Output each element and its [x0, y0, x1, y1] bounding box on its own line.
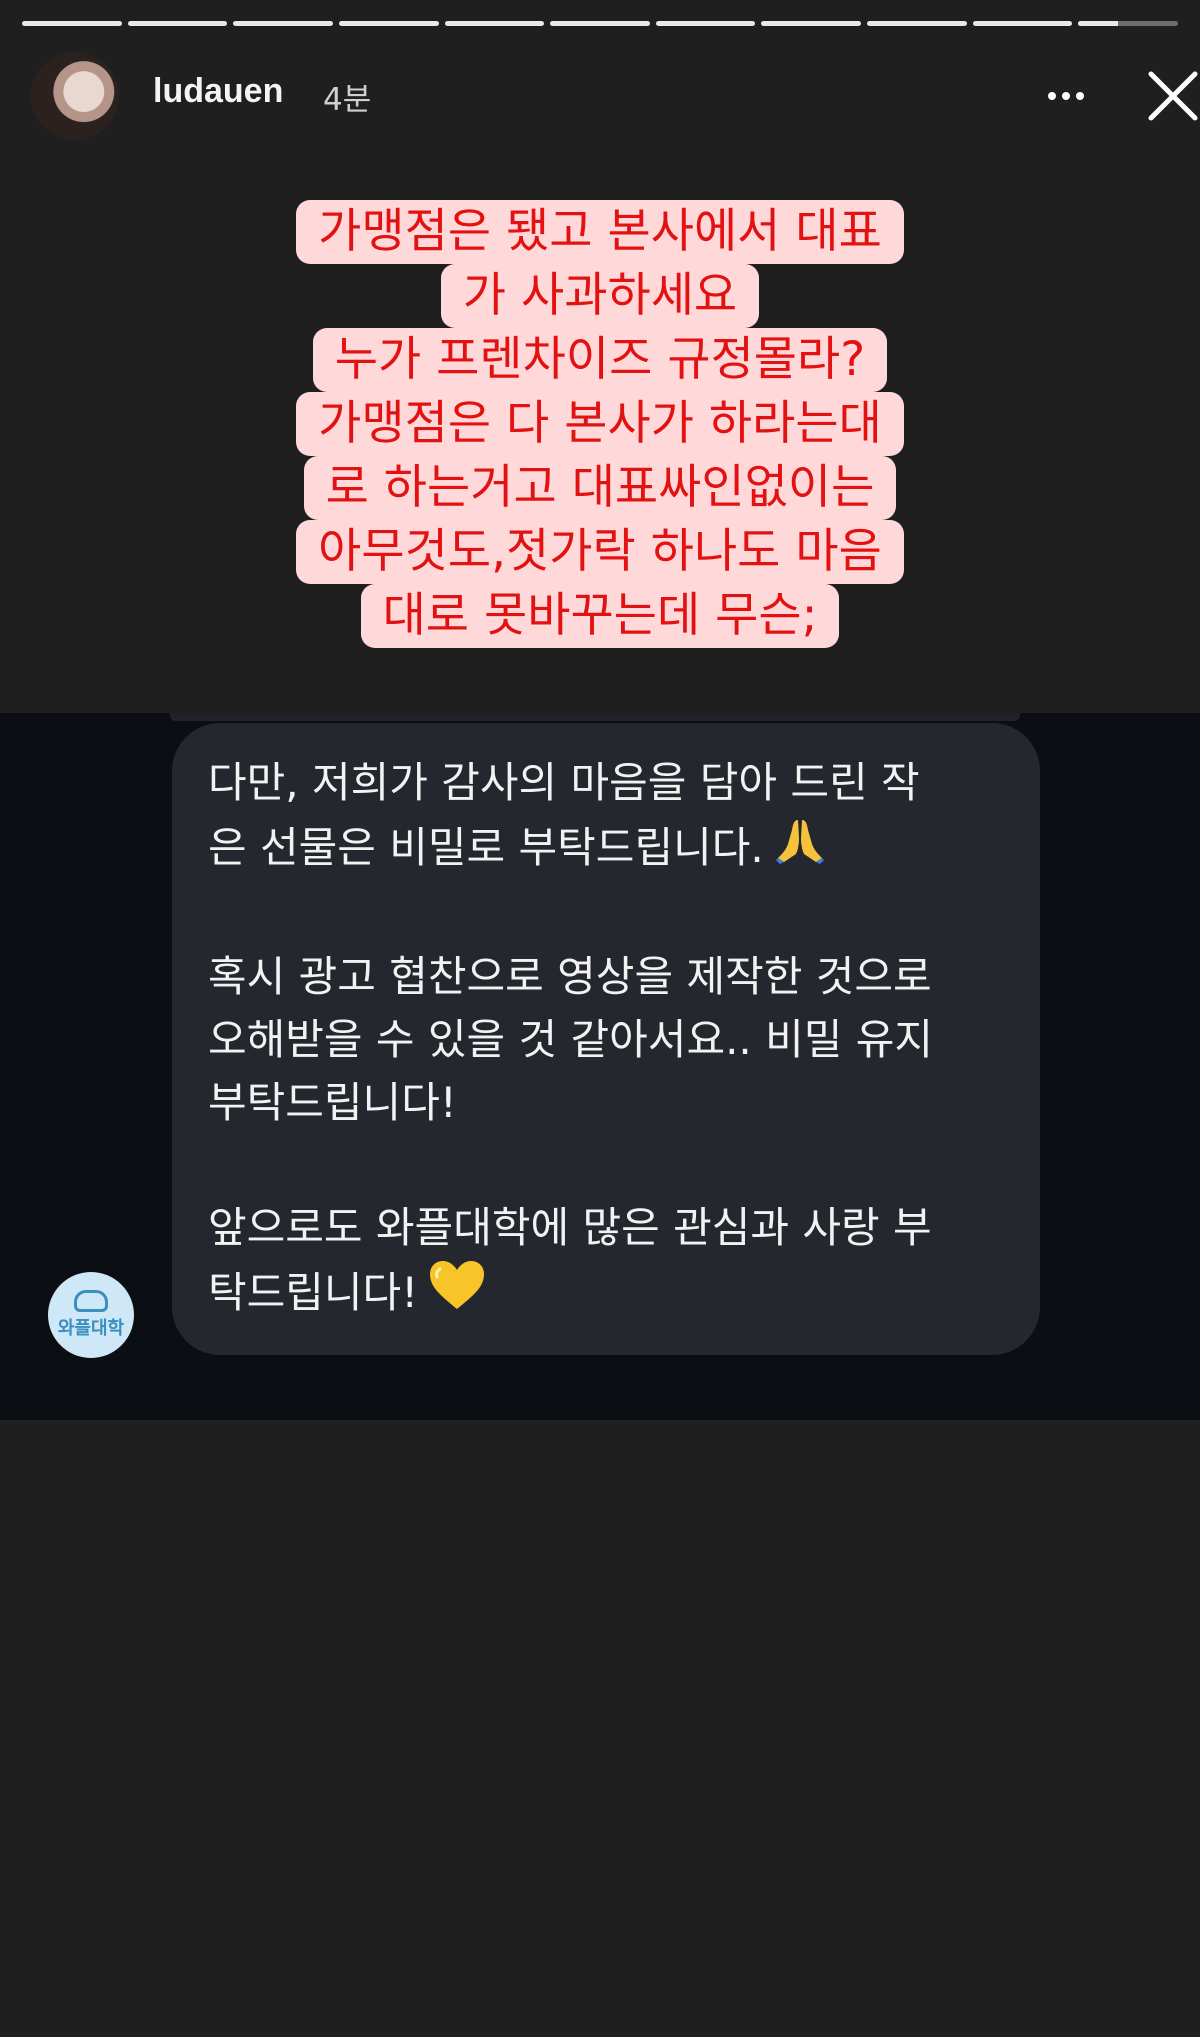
previous-bubble-edge	[170, 713, 1020, 721]
story-header: ludauen 4분	[31, 50, 1200, 140]
post-time: 4분	[323, 82, 372, 118]
more-options-icon[interactable]	[1031, 74, 1101, 118]
message-paragraph: 혹시 광고 협찬으로 영상을 제작한 것으로 오해받을 수 있을 것 같아서요.…	[208, 952, 934, 1127]
progress-segment	[550, 21, 650, 26]
message-paragraph: 앞으로도 와플대학에 많은 관심과 사랑 부 탁드립니다!	[208, 1196, 1000, 1328]
caption-line: 로 하는거고 대표싸인없이는	[0, 456, 1200, 520]
caption-line: 아무것도,젓가락 하나도 마음	[0, 520, 1200, 584]
progress-segment	[338, 21, 439, 26]
progress-segment	[127, 21, 228, 26]
story-progress-bar	[22, 21, 1179, 26]
caption-line: 누가 프렌차이즈 규정몰라?	[0, 328, 1200, 392]
progress-segment	[972, 21, 1073, 26]
caption-line: 가 사과하세요	[0, 264, 1200, 328]
message-paragraph: 다만, 저희가 감사의 마음을 담아 드린 작 은 선물은 비밀로 부탁드립니다…	[208, 751, 1000, 883]
progress-segment-current	[1078, 21, 1179, 26]
caption-line: 가맹점은 됐고 본사에서 대표	[0, 200, 1200, 264]
story-text-caption: 가맹점은 됐고 본사에서 대표 가 사과하세요 누가 프렌차이즈 규정몰라? 가…	[0, 200, 1200, 648]
sender-avatar: 와플대학	[48, 1272, 134, 1358]
user-avatar[interactable]	[31, 52, 119, 140]
progress-segment	[655, 21, 756, 26]
message-bubble: 다만, 저희가 감사의 마음을 담아 드린 작 은 선물은 비밀로 부탁드립니다…	[172, 723, 1040, 1355]
sender-logo-text: 와플대학	[57, 1318, 125, 1339]
caption-line: 가맹점은 다 본사가 하라는대	[0, 392, 1200, 456]
caption-line: 대로 못바꾸는데 무슨;	[0, 584, 1200, 648]
username[interactable]: ludauen	[153, 72, 283, 111]
waffle-logo-icon	[74, 1290, 108, 1312]
progress-segment	[233, 21, 333, 26]
story-viewer: ludauen 4분 가맹점은 됐고 본사에서 대표 가 사과하세요 누가 프렌…	[0, 0, 1200, 2037]
progress-segment	[22, 21, 122, 26]
close-icon[interactable]	[1143, 66, 1200, 126]
praying-hands-icon	[774, 814, 826, 883]
progress-segment	[444, 21, 545, 26]
progress-segment	[867, 21, 967, 26]
progress-segment	[761, 21, 862, 26]
yellow-heart-icon	[428, 1259, 486, 1328]
